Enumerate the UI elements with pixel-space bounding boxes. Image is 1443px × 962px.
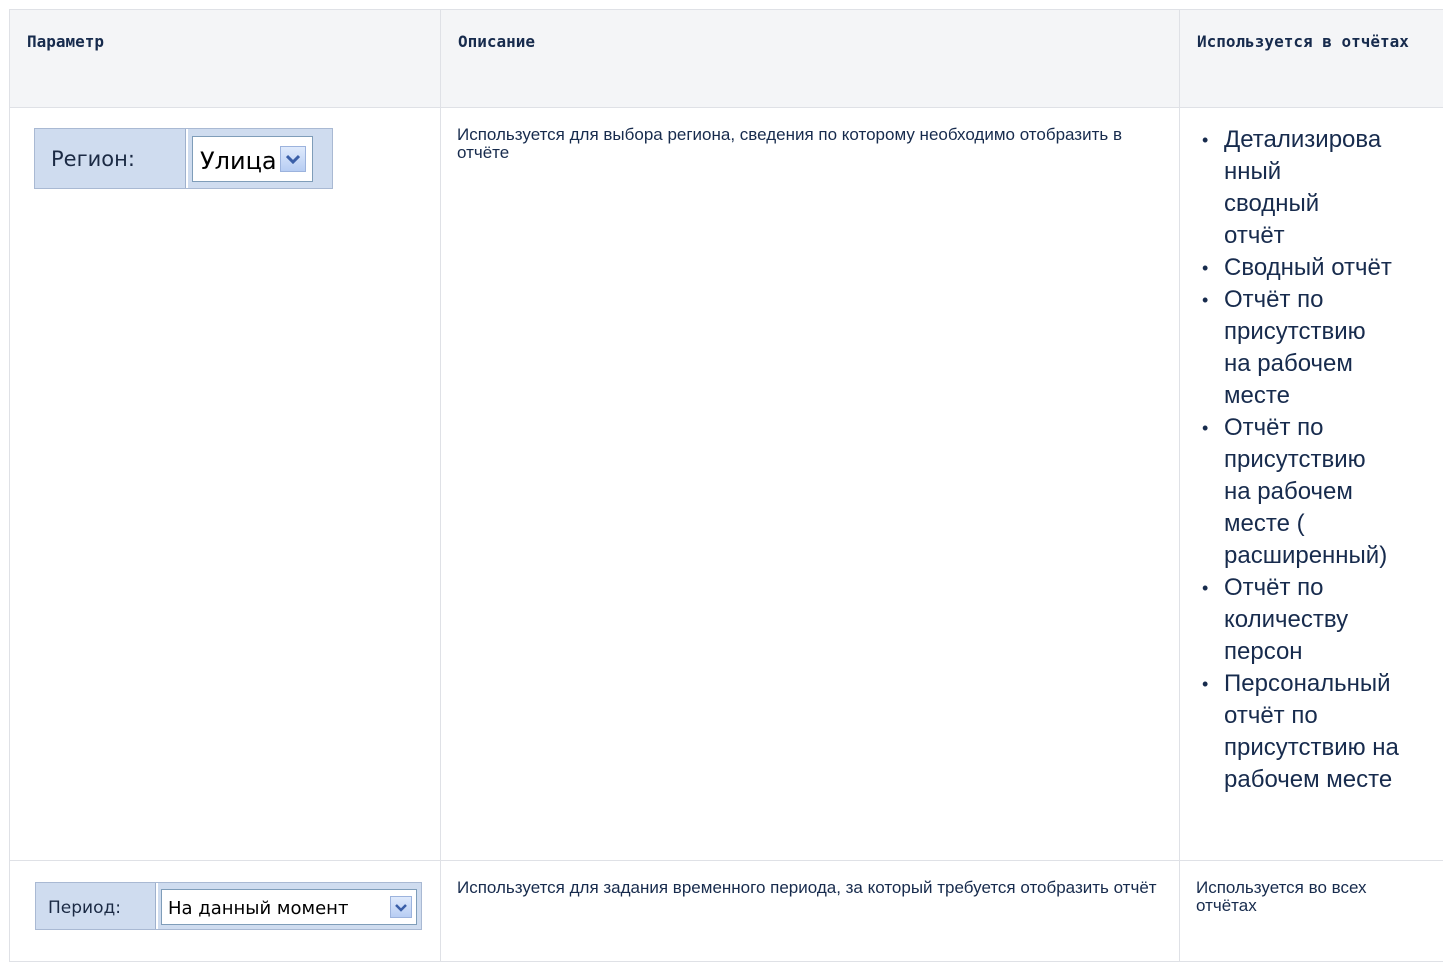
chevron-down-icon[interactable] (390, 896, 412, 918)
list-item: Отчёт по присутствию на рабочем месте ( … (1180, 412, 1387, 572)
reports-cell: Детализирова нный сводный отчёт Сводный … (1179, 107, 1443, 861)
reports-cell: Используется во всех отчётах (1179, 860, 1443, 962)
widget-divider (185, 129, 188, 188)
chevron-down-icon[interactable] (280, 146, 306, 172)
table-header-row: Параметр Описание Используется в отчётах (9, 9, 1443, 108)
header-used-in-reports: Используется в отчётах (1179, 9, 1443, 108)
region-select[interactable]: Улица (192, 136, 313, 182)
list-item: Сводный отчёт (1180, 252, 1424, 284)
list-item: Персональный отчёт по присутствию на раб… (1180, 668, 1414, 796)
region-widget: Регион: Улица (34, 128, 333, 189)
table-row: Используется для выбора региона, сведени… (9, 107, 1443, 861)
period-widget: Период: На данный момент (35, 882, 422, 930)
widget-divider (155, 883, 158, 929)
list-item: Отчёт по количеству персон (1180, 572, 1374, 668)
description-cell: Используется для задания временного пери… (440, 860, 1180, 962)
list-item: Отчёт по присутствию на рабочем месте (1180, 284, 1374, 412)
region-select-value: Улица (200, 147, 277, 175)
description-cell: Используется для выбора региона, сведени… (440, 107, 1180, 861)
period-select-value: На данный момент (168, 898, 349, 919)
header-description: Описание (440, 9, 1180, 108)
period-label: Период: (48, 898, 121, 918)
region-label: Регион: (51, 147, 135, 171)
reports-list: Детализирова нный сводный отчёт Сводный … (1180, 124, 1443, 796)
header-parameter: Параметр (9, 9, 441, 108)
period-select[interactable]: На данный момент (161, 889, 417, 925)
list-item: Детализирова нный сводный отчёт (1180, 124, 1381, 252)
parameter-cell (9, 107, 441, 861)
